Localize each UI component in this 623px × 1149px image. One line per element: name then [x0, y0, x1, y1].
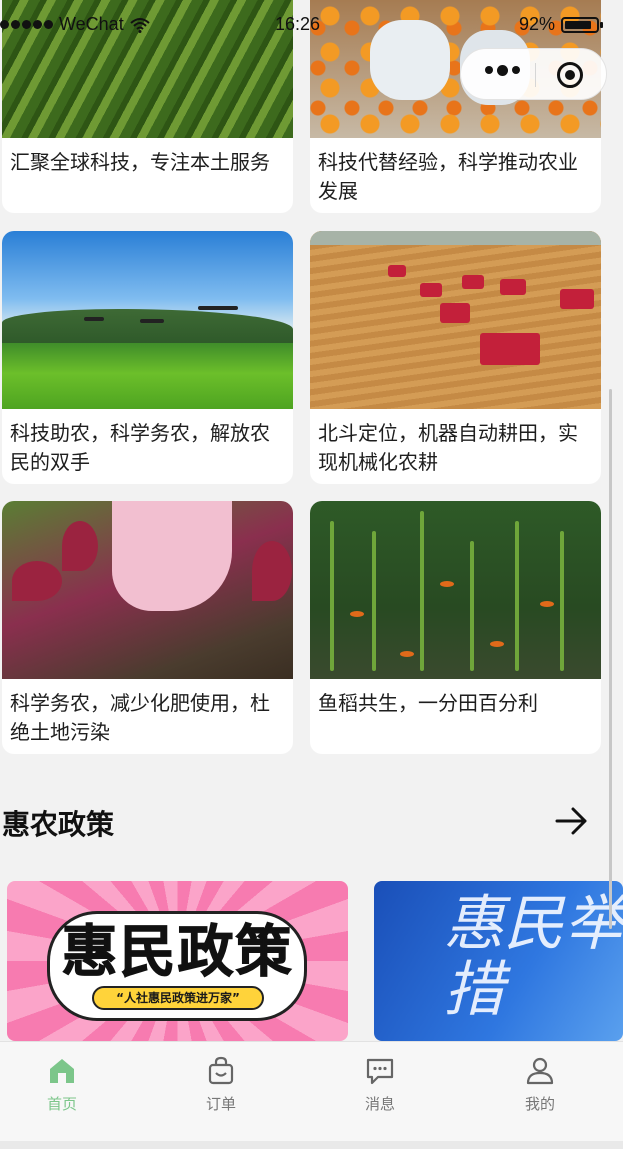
tab-label: 订单 — [205, 1095, 236, 1113]
policy-banner[interactable]: 惠民政策 “人社惠民政策进万家” — [7, 881, 348, 1041]
banner-title: 惠民举措 — [444, 889, 623, 1025]
status-bar: WeChat 16:26 92% — [0, 0, 623, 48]
banner-title: 惠民政策 — [61, 920, 294, 986]
article-title: 科技助农，科学务农，解放农民的双手 — [10, 421, 270, 474]
signal-icon — [0, 20, 53, 29]
tab-label: 首页 — [46, 1095, 77, 1113]
article-title: 鱼稻共生，一分田百分利 — [318, 691, 538, 715]
drone-spraying-image — [2, 231, 293, 409]
article-card[interactable]: 科学务农，减少化肥使用，杜绝土地污染 — [2, 501, 293, 754]
section-title: 惠农政策 — [2, 808, 115, 841]
policy-banner[interactable]: 惠民举措 — [374, 881, 623, 1041]
tab-bar: 首页 订单 消息 我的 — [0, 1041, 623, 1141]
scrollbar[interactable] — [609, 389, 612, 929]
miniprogram-capsule — [460, 48, 607, 100]
fertilizer-hand-image — [2, 501, 293, 679]
battery-icon — [561, 16, 604, 33]
battery-percent: 92% — [519, 14, 556, 34]
article-title: 科技代替经验，科学推动农业发展 — [318, 150, 578, 203]
status-time: 16:26 — [275, 14, 321, 34]
carrier-label: WeChat — [59, 14, 124, 34]
article-card[interactable]: 北斗定位，机器自动耕田，实现机械化农耕 — [310, 231, 601, 484]
tab-profile[interactable]: 我的 — [500, 1056, 580, 1114]
tab-label: 消息 — [364, 1095, 395, 1113]
rice-fish-field-image — [310, 501, 601, 679]
arrow-right-icon[interactable] — [555, 807, 589, 835]
tab-orders[interactable]: 订单 — [181, 1056, 261, 1114]
capsule-divider — [535, 63, 536, 87]
message-icon — [366, 1058, 394, 1085]
article-card[interactable]: 科技助农，科学务农，解放农民的双手 — [2, 231, 293, 484]
status-left: WeChat — [0, 14, 150, 35]
home-indicator-strip — [0, 1141, 623, 1149]
combine-harvesters-image — [310, 231, 601, 409]
status-right: 92% — [519, 14, 604, 35]
article-title: 汇聚全球科技，专注本土服务 — [10, 150, 270, 174]
wifi-icon — [130, 17, 150, 33]
home-icon — [50, 1059, 74, 1083]
article-title: 北斗定位，机器自动耕田，实现机械化农耕 — [318, 421, 578, 474]
article-card[interactable]: 鱼稻共生，一分田百分利 — [310, 501, 601, 754]
user-icon — [526, 1057, 554, 1085]
tab-label: 我的 — [524, 1095, 555, 1113]
close-circle-icon[interactable] — [557, 62, 583, 88]
banner-subtitle: “人社惠民政策进万家” — [92, 986, 264, 1010]
more-icon[interactable] — [485, 64, 520, 76]
article-title: 科学务农，减少化肥使用，杜绝土地污染 — [10, 691, 270, 744]
tab-home[interactable]: 首页 — [22, 1056, 102, 1114]
tab-messages[interactable]: 消息 — [340, 1056, 420, 1114]
shopping-bag-icon — [208, 1056, 234, 1085]
